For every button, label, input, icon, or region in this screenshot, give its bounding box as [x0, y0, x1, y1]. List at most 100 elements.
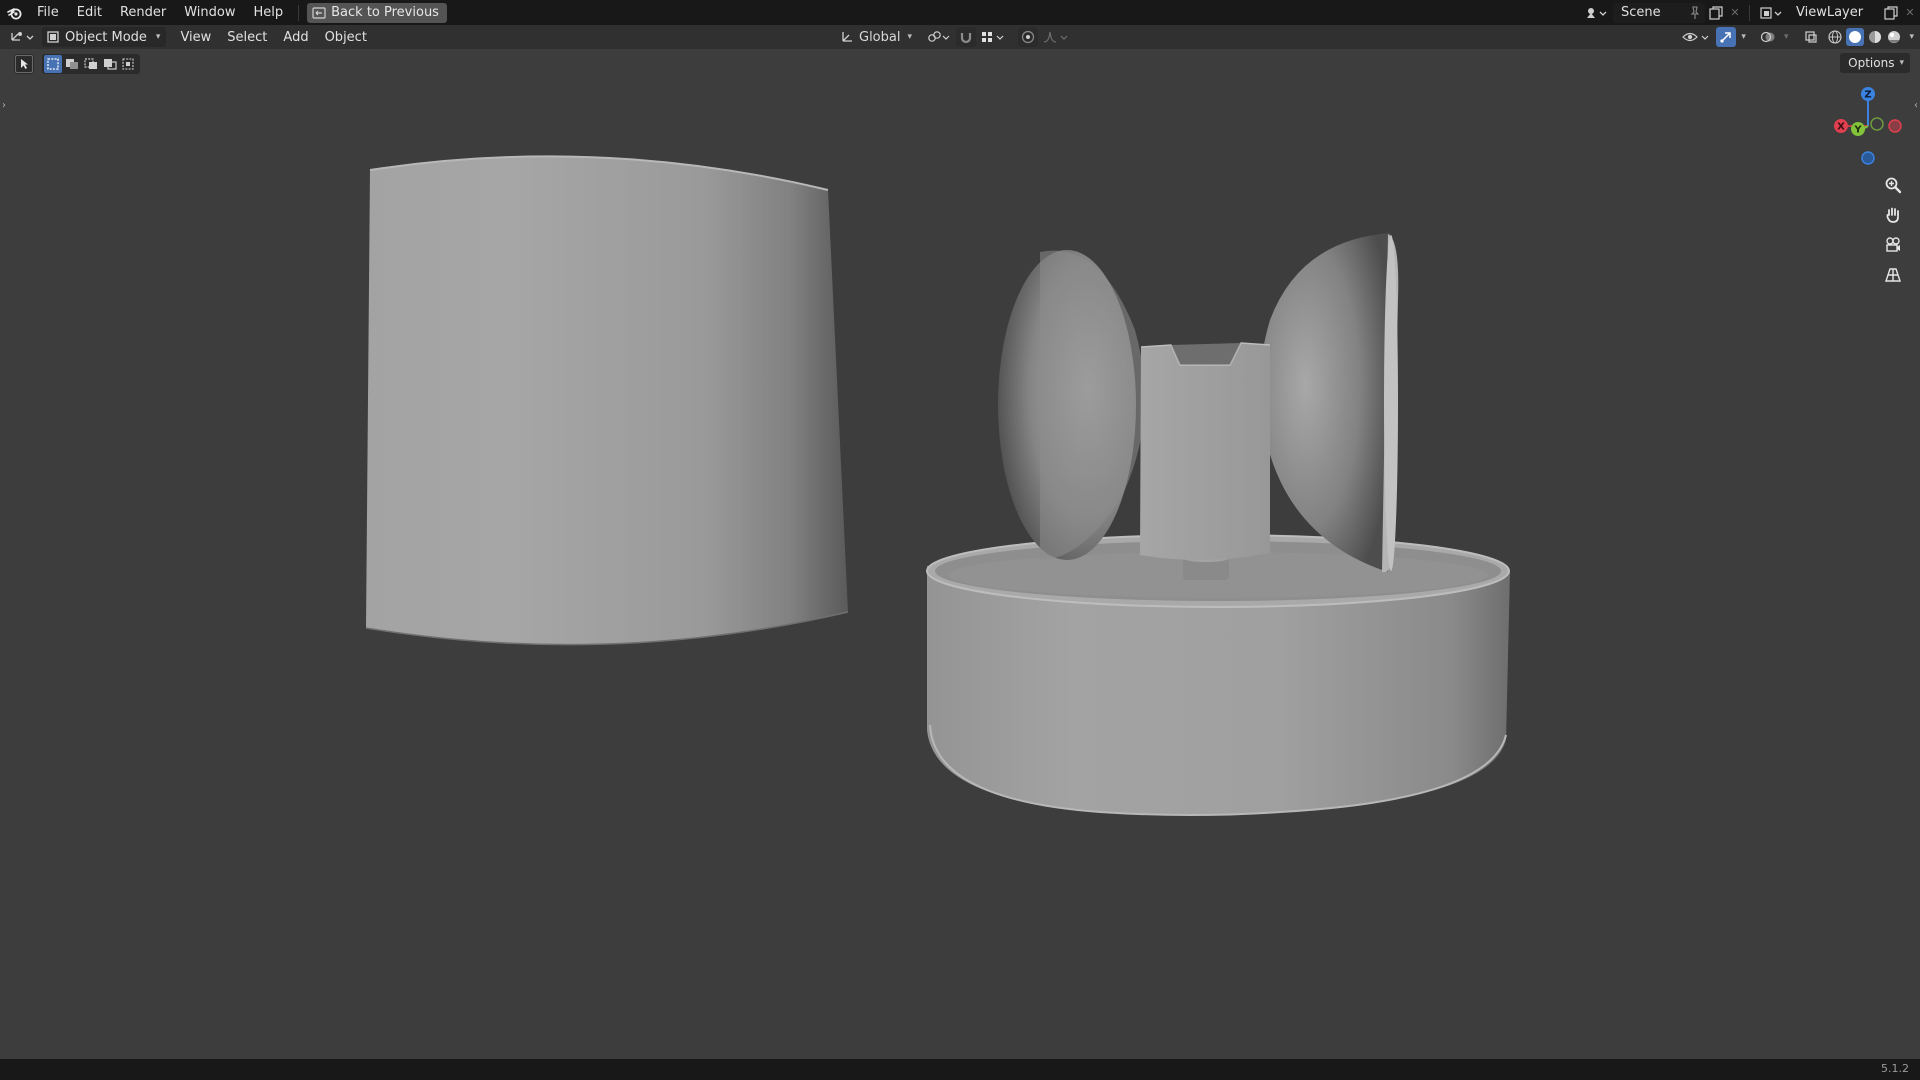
- proportional-icon: [1021, 30, 1035, 44]
- neg-x-axis-handle[interactable]: [1888, 119, 1902, 133]
- view-layer-value: ViewLayer: [1796, 5, 1864, 20]
- menu-help[interactable]: Help: [245, 0, 293, 25]
- wireframe-shading-icon[interactable]: [1827, 29, 1843, 45]
- menu-window[interactable]: Window: [175, 0, 244, 25]
- blender-logo-icon[interactable]: [2, 0, 28, 25]
- top-menu-bar: File Edit Render Window Help Back to Pre…: [0, 0, 1920, 25]
- gizmo-dropdown[interactable]: ▾: [1738, 27, 1749, 47]
- camera-icon: [1886, 237, 1900, 252]
- divider: [1749, 4, 1750, 21]
- left-dome-object[interactable]: [998, 250, 1145, 560]
- chevron-down-icon: ▾: [1909, 32, 1914, 42]
- menu-edit[interactable]: Edit: [68, 0, 111, 25]
- viewport-navigation-buttons: [1881, 174, 1905, 286]
- object-mode-label: Object Mode: [65, 29, 147, 45]
- duplicate-icon: [1884, 5, 1898, 20]
- snap-target-dropdown[interactable]: [978, 27, 1008, 47]
- rendered-shading-icon[interactable]: [1886, 29, 1902, 45]
- main-menu: File Edit Render Window Help: [28, 0, 292, 25]
- right-dome-object[interactable]: [1259, 233, 1399, 573]
- close-icon: ✕: [1905, 6, 1915, 19]
- gizmo-icon: [1720, 32, 1732, 43]
- center-block-object[interactable]: [1140, 342, 1271, 561]
- base-dish-object[interactable]: [926, 534, 1510, 816]
- pivot-point-dropdown[interactable]: [924, 27, 954, 47]
- scene-name-value: Scene: [1621, 5, 1661, 20]
- object-mode-dropdown[interactable]: Object Mode ▾: [42, 27, 167, 47]
- pivot-link-icon: [928, 31, 950, 42]
- duplicate-icon: [1709, 5, 1723, 20]
- editor-type-button[interactable]: [10, 27, 36, 47]
- cylinder-object[interactable]: [365, 155, 849, 646]
- y-axis-label: Y: [1853, 125, 1862, 136]
- back-screen-icon: [312, 6, 326, 19]
- orientation-axes-icon: [842, 32, 852, 42]
- delete-view-layer-button[interactable]: ✕: [1902, 3, 1918, 23]
- 3d-viewport-icon: [11, 32, 34, 41]
- overlays-toggle[interactable]: [1757, 27, 1779, 47]
- new-scene-button[interactable]: [1705, 3, 1727, 23]
- menu-file[interactable]: File: [28, 0, 68, 25]
- zoom-icon: [1885, 177, 1902, 194]
- divider: [298, 4, 300, 21]
- pan-button[interactable]: [1881, 204, 1905, 226]
- snap-toggle[interactable]: [956, 27, 977, 47]
- top-right-controls: Scene ✕ ViewLayer ✕: [1581, 0, 1920, 25]
- perspective-grid-icon: [1885, 268, 1901, 282]
- magnet-icon: [960, 33, 972, 44]
- gizmo-toggle[interactable]: [1716, 27, 1737, 47]
- back-to-previous-button[interactable]: Back to Previous: [307, 2, 447, 23]
- shading-modes: [1825, 27, 1904, 47]
- shading-dropdown[interactable]: ▾: [1906, 27, 1920, 47]
- eye-icon: [1682, 32, 1709, 42]
- menu-select[interactable]: Select: [219, 30, 275, 45]
- pin-icon: [1690, 5, 1700, 19]
- snap-grid-icon: [982, 32, 1004, 42]
- neg-y-axis-handle[interactable]: [1870, 117, 1884, 131]
- material-shading-icon[interactable]: [1867, 29, 1883, 45]
- falloff-dropdown[interactable]: [1040, 27, 1072, 47]
- overlays-dropdown[interactable]: ▾: [1781, 27, 1792, 47]
- scene-icon: [1587, 7, 1607, 18]
- scene-name-field[interactable]: Scene: [1613, 2, 1705, 23]
- chevron-down-icon: ▾: [907, 32, 913, 42]
- new-view-layer-button[interactable]: [1880, 3, 1902, 23]
- xray-toggle[interactable]: [1801, 27, 1821, 47]
- scene-browse-button[interactable]: [1581, 3, 1611, 23]
- visibility-dropdown[interactable]: [1678, 27, 1714, 47]
- camera-view-button[interactable]: [1881, 234, 1905, 256]
- transform-orientation-label: Global: [859, 29, 901, 45]
- view-layer-field[interactable]: ViewLayer: [1788, 3, 1880, 23]
- viewport-display-tools: ▾ ▾ ▾: [1678, 27, 1920, 47]
- navigation-gizmo[interactable]: Z X Y: [1826, 84, 1918, 168]
- overlays-icon: [1760, 31, 1775, 43]
- menu-add[interactable]: Add: [275, 30, 316, 45]
- transform-orientation-dropdown[interactable]: Global ▾: [836, 27, 916, 47]
- object-mode-icon: [47, 31, 59, 43]
- menu-render[interactable]: Render: [111, 0, 175, 25]
- falloff-curve-icon: [1043, 31, 1068, 43]
- proportional-editing-toggle[interactable]: [1018, 27, 1039, 47]
- xray-icon: [1805, 31, 1818, 43]
- menu-object[interactable]: Object: [317, 30, 375, 45]
- perspective-toggle-button[interactable]: [1881, 264, 1905, 286]
- chevron-down-icon: ▾: [1783, 32, 1789, 42]
- chevron-down-icon: ▾: [1741, 32, 1746, 42]
- 3d-viewport-canvas[interactable]: [0, 49, 1920, 1059]
- view-layer-icon: [1760, 6, 1782, 19]
- menu-view[interactable]: View: [172, 30, 219, 45]
- transform-tools: Global ▾: [836, 27, 1072, 47]
- back-to-previous-label: Back to Previous: [331, 5, 439, 20]
- zoom-button[interactable]: [1881, 174, 1905, 196]
- x-axis-label: X: [1837, 122, 1845, 133]
- version-label: 5.1.2: [1881, 1062, 1909, 1075]
- viewport-header: Object Mode ▾ View Select Add Object Glo…: [0, 25, 1920, 49]
- z-axis-label: Z: [1864, 90, 1871, 101]
- pan-hand-icon: [1886, 207, 1899, 223]
- view-layer-browse-button[interactable]: [1756, 3, 1786, 23]
- neg-z-axis-handle[interactable]: [1861, 151, 1875, 165]
- delete-scene-button[interactable]: ✕: [1727, 3, 1743, 23]
- solid-shading-icon[interactable]: [1846, 28, 1865, 46]
- close-icon: ✕: [1730, 6, 1740, 19]
- status-bar: 5.1.2: [0, 1059, 1920, 1080]
